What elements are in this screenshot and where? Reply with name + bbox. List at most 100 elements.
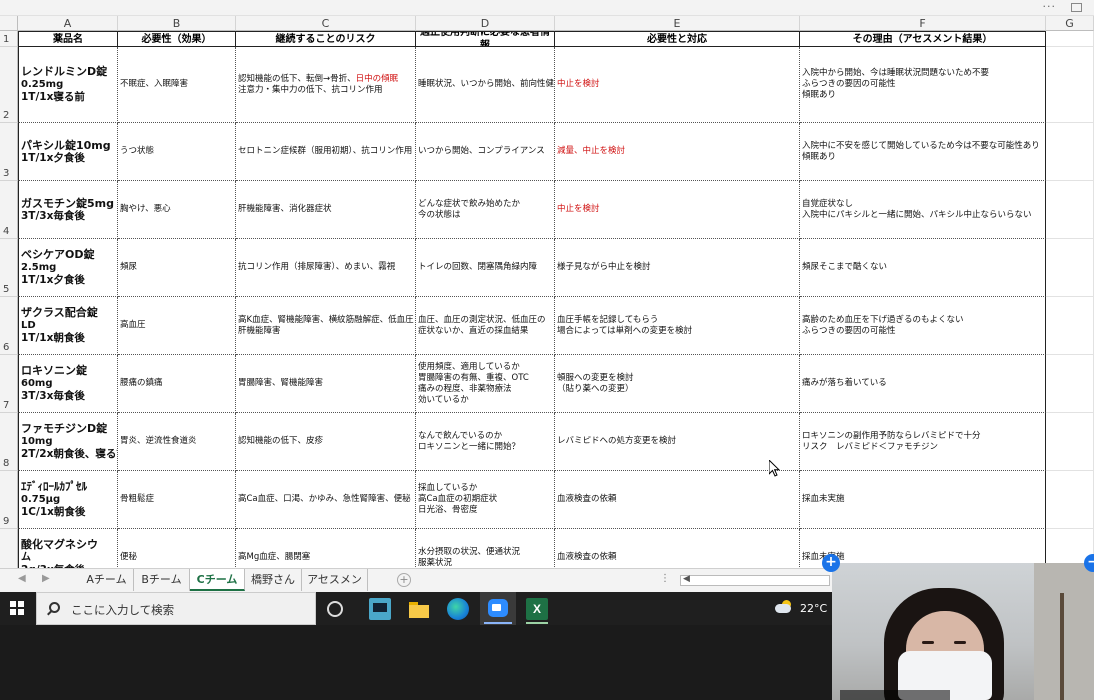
column-header-c[interactable]: C <box>236 16 416 31</box>
drug-name-cell[interactable]: ザクラス配合錠 LD 1T/1x朝食後 <box>18 297 118 355</box>
row-header-5[interactable]: 5 <box>0 239 18 297</box>
tab-split-handle[interactable]: ⋮ <box>660 573 670 584</box>
empty-cell-g6[interactable] <box>1046 297 1094 355</box>
assessment-cell[interactable]: 痛みが落ち着いている <box>800 355 1046 413</box>
risk-cell[interactable]: セロトニン症候群（服用初期）、抗コリン作用 <box>236 123 416 181</box>
drug-name-cell[interactable]: ガスモチン錠5mg 3T/3x毎食後 <box>18 181 118 239</box>
risk-cell[interactable]: 胃腸障害、腎機能障害 <box>236 355 416 413</box>
table-header-d[interactable]: 適正使用判断に必要な患者情報 <box>416 31 555 47</box>
scroll-left-icon[interactable]: ◀ <box>683 574 690 584</box>
table-header-c[interactable]: 継続することのリスク <box>236 31 416 47</box>
patient-info-cell[interactable]: 血圧、血圧の測定状況、低血圧の 症状ないか、直近の採血結果 <box>416 297 555 355</box>
temperature-label[interactable]: 22°C <box>800 602 827 615</box>
file-explorer-icon[interactable] <box>408 598 430 620</box>
drug-name-cell[interactable]: ベシケアOD錠 2.5mg 1T/1x夕食後 <box>18 239 118 297</box>
risk-cell[interactable]: 高K血症、腎機能障害、横紋筋融解症、低血圧 肝機能障害 <box>236 297 416 355</box>
drug-name-cell[interactable]: ロキソニン錠 60mg 3T/3x毎食後 <box>18 355 118 413</box>
excel-app-icon[interactable]: X <box>526 598 548 620</box>
more-options-icon[interactable]: ··· <box>1043 0 1057 13</box>
patient-info-cell[interactable]: トイレの回数、閉塞隅角緑内障 <box>416 239 555 297</box>
action-cell[interactable]: 血液検査の依頼 <box>555 529 800 568</box>
sheet-tab-4[interactable]: 橋野さん <box>245 569 302 591</box>
column-header-a[interactable]: A <box>18 16 118 31</box>
risk-cell[interactable]: 認知機能の低下、転倒→骨折、日中の傾眠 注意力・集中力の低下、抗コリン作用 <box>236 47 416 123</box>
row-header-7[interactable]: 7 <box>0 355 18 413</box>
weather-icon[interactable] <box>775 600 793 613</box>
action-cell[interactable]: 減量、中止を検討 <box>555 123 800 181</box>
assessment-cell[interactable]: 採血未実施 <box>800 471 1046 529</box>
assessment-cell[interactable]: 高齢のため血圧を下げ過ぎるのもよくない ふらつきの要因の可能性 <box>800 297 1046 355</box>
cortana-circle-icon[interactable] <box>327 601 343 617</box>
necessity-cell[interactable]: 便秘 <box>118 529 236 568</box>
table-header-b[interactable]: 必要性（効果） <box>118 31 236 47</box>
necessity-cell[interactable]: 骨粗鬆症 <box>118 471 236 529</box>
table-header-f[interactable]: その理由（アセスメント結果） <box>800 31 1046 47</box>
expand-video-icon[interactable]: + <box>822 554 840 572</box>
taskbar-search-box[interactable]: ここに入力して検索 <box>36 592 316 625</box>
drug-name-cell[interactable]: ｴﾃﾞｨﾛｰﾙｶﾌﾟｾﾙ 0.75μg 1C/1x朝食後 <box>18 471 118 529</box>
windows-logo-icon[interactable] <box>10 601 24 615</box>
necessity-cell[interactable]: 不眠症、入眠障害 <box>118 47 236 123</box>
row-header-2[interactable]: 2 <box>0 47 18 123</box>
drug-name-cell[interactable]: 酸化マグネシウム2g/3x毎食後 <box>18 529 118 568</box>
patient-info-cell[interactable]: 睡眠状況、いつから開始、前向性健忘 <box>416 47 555 123</box>
necessity-cell[interactable]: 胸やけ、悪心 <box>118 181 236 239</box>
row-header-6[interactable]: 6 <box>0 297 18 355</box>
patient-info-cell[interactable]: 使用頻度、適用しているか 胃腸障害の有無、重複、OTC 痛みの程度、非薬物療法 効いて… <box>416 355 555 413</box>
sheet-tab-3[interactable]: Cチーム <box>190 569 245 591</box>
necessity-cell[interactable]: 高血圧 <box>118 297 236 355</box>
table-header-a[interactable]: 薬品名 <box>18 31 118 47</box>
drug-name-cell[interactable]: ファモチジンD錠 10mg 2T/2x朝食後、寝る前 <box>18 413 118 471</box>
empty-cell-g1[interactable] <box>1046 31 1094 47</box>
prev-sheet-icon[interactable]: ◀ <box>18 573 26 584</box>
empty-cell-g2[interactable] <box>1046 47 1094 123</box>
horizontal-scrollbar[interactable]: ◀ <box>680 574 830 586</box>
action-cell[interactable]: レバミピドへの処方変更を検討 <box>555 413 800 471</box>
column-header-b[interactable]: B <box>118 16 236 31</box>
necessity-cell[interactable]: 頻尿 <box>118 239 236 297</box>
necessity-cell[interactable]: 胃炎、逆流性食道炎 <box>118 413 236 471</box>
row-header-9[interactable]: 9 <box>0 471 18 529</box>
column-header-e[interactable]: E <box>555 16 800 31</box>
assessment-cell[interactable]: 自覚症状なし 入院中にパキシルと一緒に開始、パキシル中止ならいらない <box>800 181 1046 239</box>
edge-browser-icon[interactable] <box>447 598 469 620</box>
table-header-e[interactable]: 必要性と対応 <box>555 31 800 47</box>
risk-cell[interactable]: 肝機能障害、消化器症状 <box>236 181 416 239</box>
action-cell[interactable]: 頓服への変更を検討 （貼り薬への変更） <box>555 355 800 413</box>
row-header-3[interactable]: 3 <box>0 123 18 181</box>
restore-window-icon[interactable] <box>1071 3 1082 12</box>
assessment-cell[interactable]: 入院中に不安を感じて開始しているため今は不要な可能性あり 傾眠あり <box>800 123 1046 181</box>
risk-cell[interactable]: 抗コリン作用（排尿障害）、めまい、霧視 <box>236 239 416 297</box>
empty-cell-g3[interactable] <box>1046 123 1094 181</box>
column-header-f[interactable]: F <box>800 16 1046 31</box>
empty-cell-g7[interactable] <box>1046 355 1094 413</box>
patient-info-cell[interactable]: いつから開始、コンプライアンス <box>416 123 555 181</box>
assessment-cell[interactable]: 入院中から開始、今は睡眠状況問題ないため不要 ふらつきの要因の可能性 傾眠あり <box>800 47 1046 123</box>
risk-cell[interactable]: 認知機能の低下、皮疹 <box>236 413 416 471</box>
action-cell[interactable]: 様子見ながら中止を検討 <box>555 239 800 297</box>
column-header-d[interactable]: D <box>416 16 555 31</box>
empty-cell-g5[interactable] <box>1046 239 1094 297</box>
action-cell[interactable]: 血圧手帳を記録してもらう 場合によっては単剤への変更を検討 <box>555 297 800 355</box>
add-sheet-icon[interactable]: + <box>397 573 411 587</box>
next-sheet-icon[interactable]: ▶ <box>42 573 50 584</box>
risk-cell[interactable]: 高Mg血症、腸閉塞 <box>236 529 416 568</box>
patient-info-cell[interactable]: 採血しているか 高Ca血症の初期症状 日光浴、骨密度 <box>416 471 555 529</box>
assessment-cell[interactable]: 頻尿そこまで酷くない <box>800 239 1046 297</box>
row-header-10[interactable]: 10 <box>0 529 18 568</box>
task-view-icon[interactable] <box>369 598 391 620</box>
select-all-corner[interactable] <box>0 16 18 31</box>
row-header-1[interactable]: 1 <box>0 31 18 47</box>
zoom-app-icon[interactable] <box>480 592 516 625</box>
row-header-8[interactable]: 8 <box>0 413 18 471</box>
spreadsheet-grid[interactable]: ABCDEFG 12345678910 薬品名必要性（効果）継続することのリスク適正… <box>0 16 1094 568</box>
necessity-cell[interactable]: 腰痛の鎮痛 <box>118 355 236 413</box>
empty-cell-g9[interactable] <box>1046 471 1094 529</box>
patient-info-cell[interactable]: なんで飲んでいるのか ロキソニンと一緒に開始？ <box>416 413 555 471</box>
patient-info-cell[interactable]: どんな症状で飲み始めたか 今の状態は <box>416 181 555 239</box>
drug-name-cell[interactable]: パキシル錠10mg 1T/1x夕食後 <box>18 123 118 181</box>
action-cell[interactable]: 中止を検討 <box>555 47 800 123</box>
patient-info-cell[interactable]: 水分摂取の状況、便通状況 服薬状況 <box>416 529 555 568</box>
sheet-tab-1[interactable]: Aチーム <box>80 569 134 591</box>
row-header-4[interactable]: 4 <box>0 181 18 239</box>
